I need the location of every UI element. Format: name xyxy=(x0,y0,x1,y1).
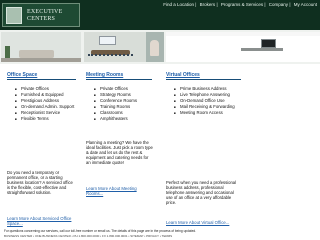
nav-brokers[interactable]: Brokers xyxy=(200,2,216,7)
nav-programs-services[interactable]: Programs & Services xyxy=(221,2,263,7)
meeting-description: Planning a meeting? We have the ideal fa… xyxy=(86,140,153,165)
virtual-offices-column: Virtual Offices Prime Business Address L… xyxy=(166,72,238,116)
virtual-learn-more-link[interactable]: Learn More About Virtual Office... xyxy=(166,220,238,225)
site-header: EXECUTIVE CENTERS Find a Location | Brok… xyxy=(0,0,320,30)
brand-name: EXECUTIVE CENTERS xyxy=(27,9,63,22)
floor-shape xyxy=(1,58,81,62)
nav-my-account[interactable]: My Account xyxy=(294,2,317,7)
office-features-list: Private Offices Furnished & Equipped Pre… xyxy=(15,86,77,122)
building-icon xyxy=(6,7,22,24)
sofa-icon xyxy=(19,50,54,58)
nav-company[interactable]: Company xyxy=(269,2,288,7)
meeting-photo xyxy=(84,32,146,62)
virtual-office-photo xyxy=(166,32,320,62)
footer-links[interactable]: BUSINESS CENTER • ONE BUSINESS CENTER • … xyxy=(4,234,316,238)
virtual-offices-heading[interactable]: Virtual Offices xyxy=(166,72,238,78)
meeting-features-list: Private Offices Strategy Rooms Conferenc… xyxy=(94,86,156,122)
sign-shape xyxy=(166,32,320,36)
footnote-text: For questions concerning our services, c… xyxy=(4,229,197,233)
list-item: Meeting Room Access xyxy=(174,110,238,116)
office-learn-more-link[interactable]: Learn More About Serviced Office Space..… xyxy=(7,216,76,226)
person-icon xyxy=(150,40,159,56)
person-photo xyxy=(146,32,164,62)
virtual-description: Perfect when you need a professional bus… xyxy=(166,180,237,205)
list-item: Flexible Terms xyxy=(15,116,77,122)
meeting-rooms-heading[interactable]: Meeting Rooms xyxy=(86,72,156,78)
top-navigation: Find a Location | Brokers | Programs & S… xyxy=(163,2,317,7)
brand-logo[interactable]: EXECUTIVE CENTERS xyxy=(2,3,80,27)
meeting-rooms-column: Meeting Rooms Private Offices Strategy R… xyxy=(86,72,156,122)
office-space-column: Office Space Private Offices Furnished &… xyxy=(7,72,77,122)
office-space-heading[interactable]: Office Space xyxy=(7,72,77,78)
screen-icon xyxy=(99,36,116,45)
nav-find-location[interactable]: Find a Location xyxy=(163,2,194,7)
office-description: Do you need a temporary or permanent off… xyxy=(7,170,73,195)
office-photo xyxy=(1,32,81,62)
meeting-learn-more-link[interactable]: Learn More About Meeting Rooms... xyxy=(86,186,150,196)
chairs-icon xyxy=(88,54,133,60)
virtual-features-list: Prime Business Address Live Telephone An… xyxy=(174,86,238,116)
hero-photo-band xyxy=(0,30,320,64)
laptop-icon xyxy=(261,39,276,48)
desk-icon xyxy=(241,48,283,51)
plant-icon xyxy=(5,46,10,58)
list-item: Amphitheaters xyxy=(94,116,156,122)
